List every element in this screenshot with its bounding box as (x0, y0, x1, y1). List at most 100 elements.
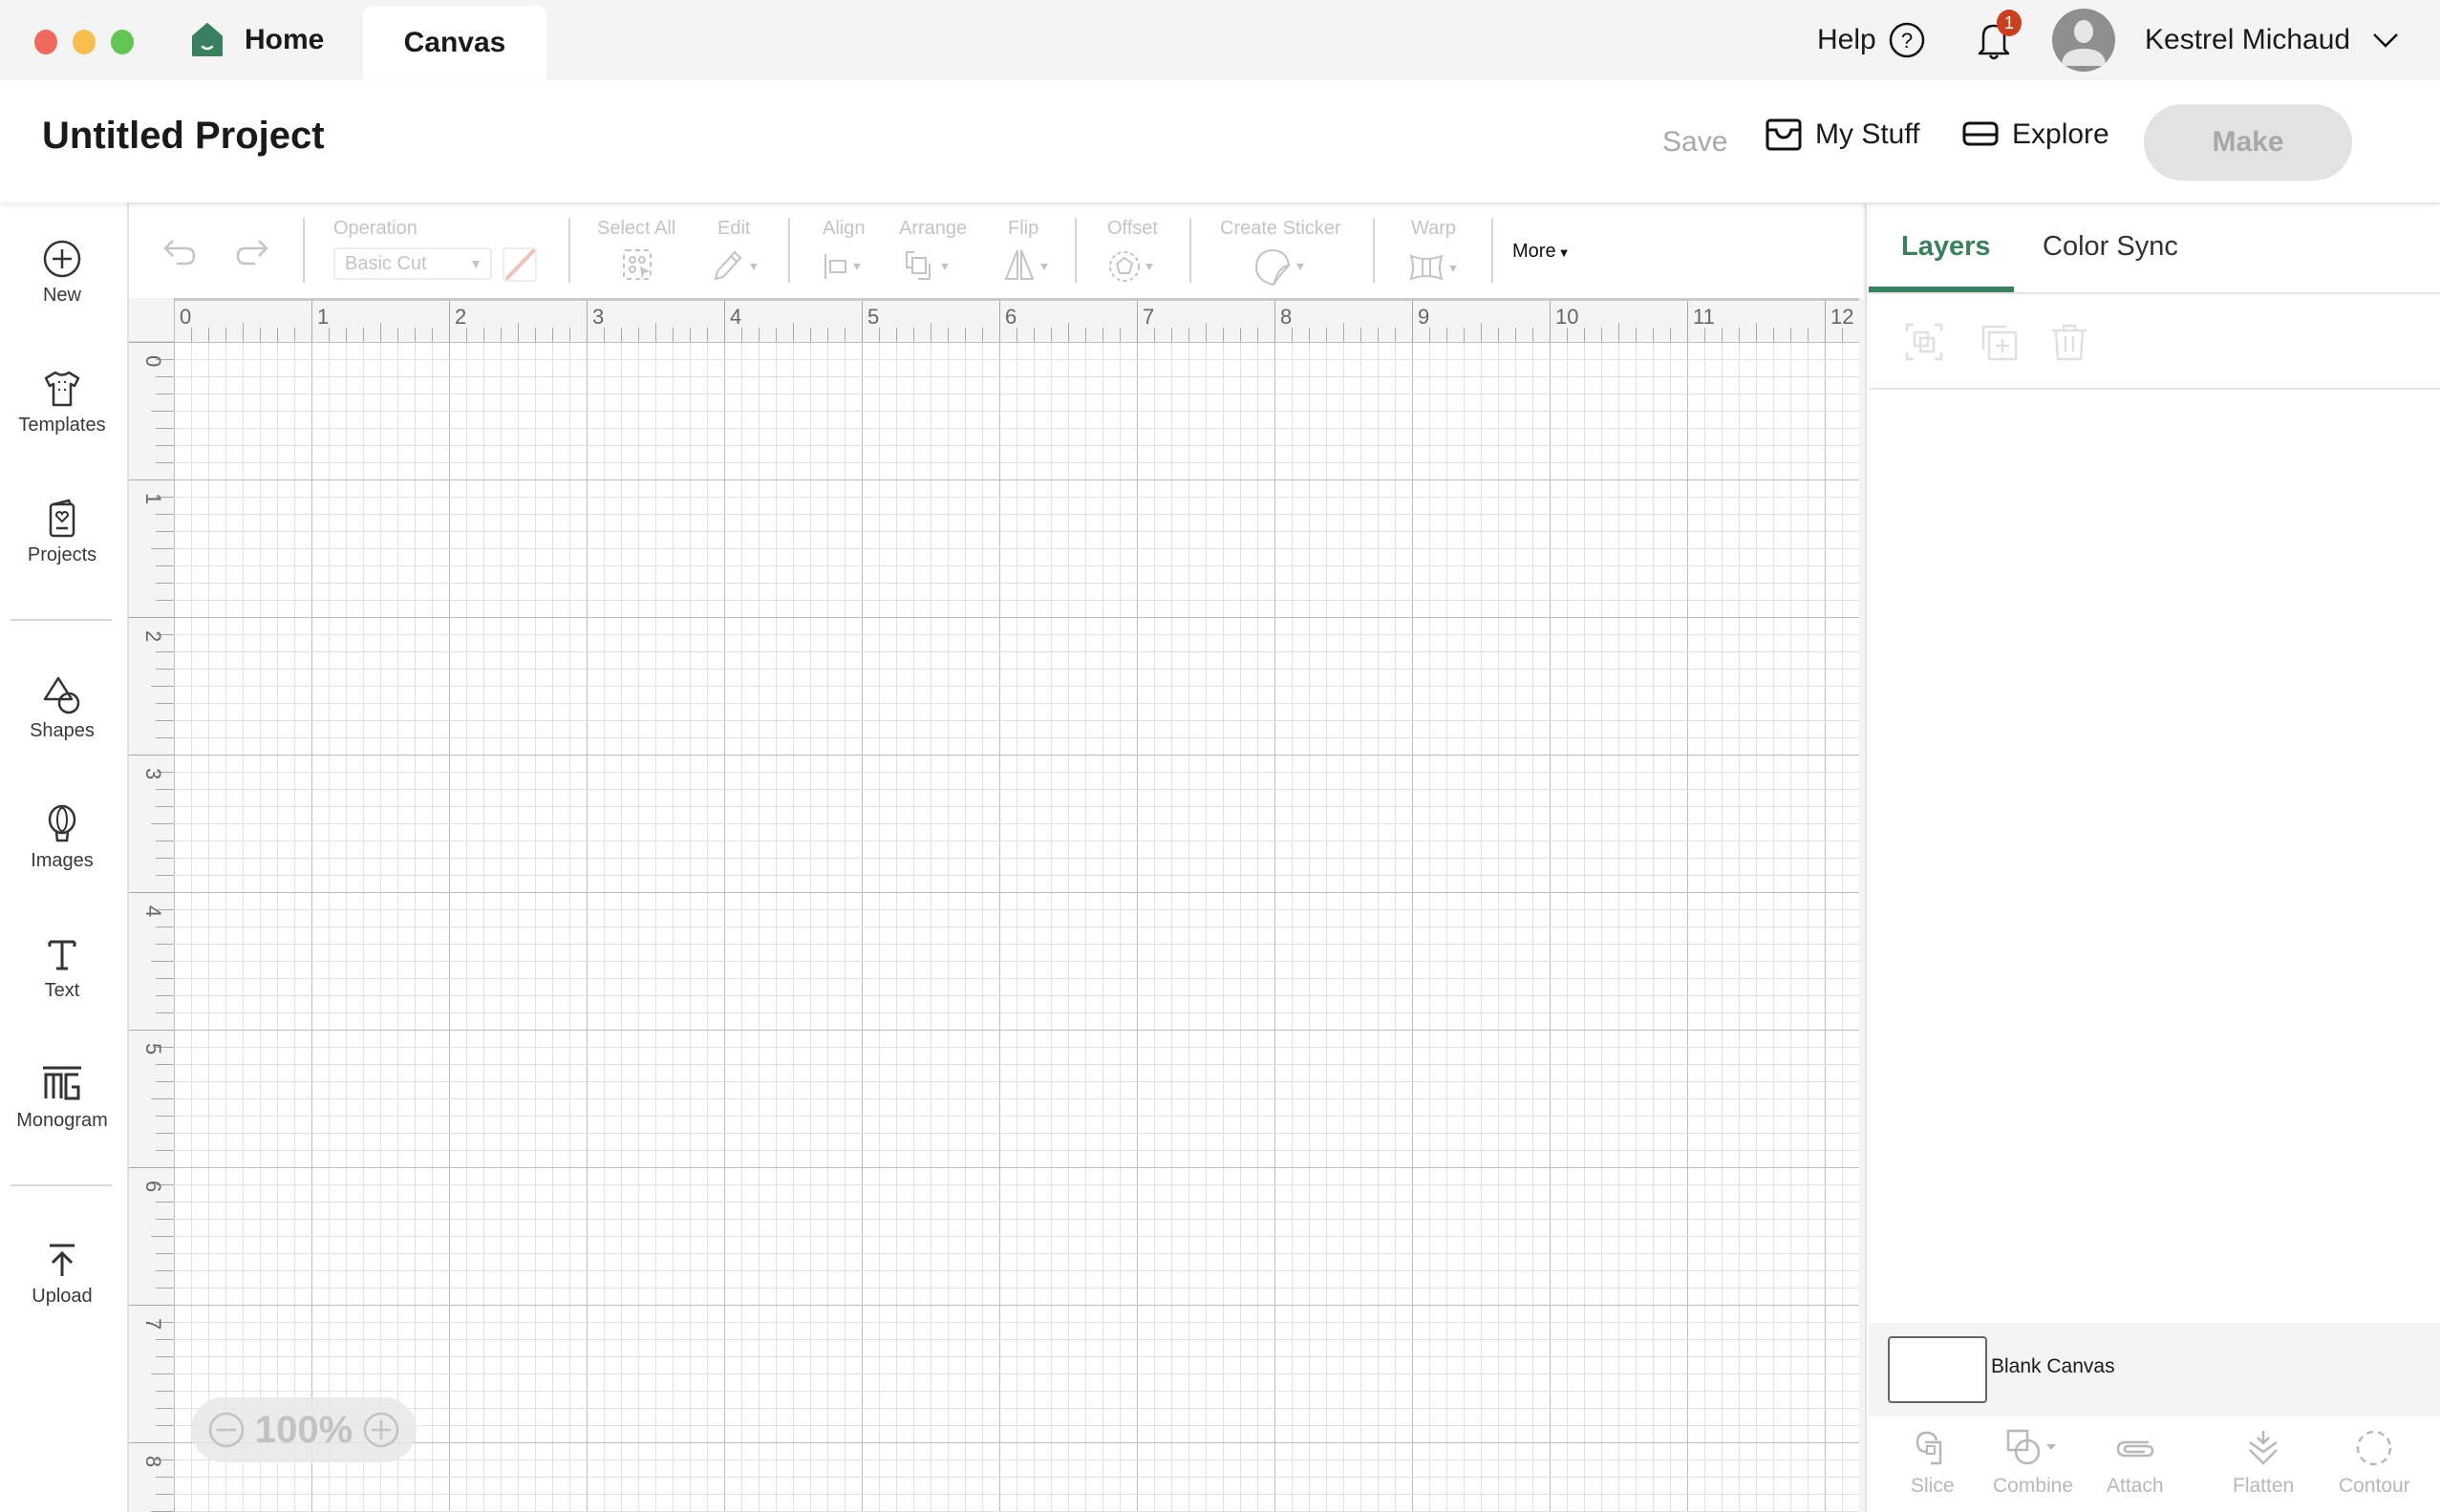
tab-color-sync[interactable]: Color Sync (2043, 231, 2178, 263)
ruler-label: 1 (141, 493, 165, 504)
create-sticker-icon[interactable] (1252, 246, 1314, 288)
layer-actions-divider (1869, 388, 2440, 390)
explore-icon (1962, 121, 1999, 146)
edit-pencil-icon[interactable] (712, 248, 765, 283)
text-icon (48, 940, 76, 970)
ruler-label: 5 (141, 1043, 165, 1054)
project-title[interactable]: Untitled Project (42, 115, 325, 158)
close-window-button[interactable] (34, 30, 57, 54)
flip-icon[interactable] (1002, 248, 1056, 283)
user-silhouette-icon (2062, 20, 2106, 66)
color-swatch-icon[interactable] (503, 247, 537, 282)
slice-label: Slice (1911, 1475, 1955, 1497)
ruler-label: 6 (141, 1181, 165, 1192)
ruler-label: 4 (141, 905, 165, 917)
minimize-window-button[interactable] (73, 30, 96, 54)
attach-button[interactable]: Attach (2107, 1429, 2164, 1498)
offset-label: Offset (1107, 218, 1158, 239)
combine-button[interactable]: Combine (1993, 1429, 2073, 1498)
avatar[interactable] (2052, 9, 2115, 72)
sidebar-item-projects[interactable]: Projects (0, 499, 124, 566)
operation-select[interactable]: Basic Cut ▼ (333, 247, 492, 280)
ruler-label: 1 (317, 305, 329, 329)
ruler-label: 2 (141, 630, 165, 642)
maximize-window-button[interactable] (111, 30, 134, 54)
sidebar-item-monogram[interactable]: Monogram (0, 1064, 124, 1132)
layer-row[interactable]: Blank Canvas (1869, 1323, 2440, 1416)
align-icon[interactable] (823, 252, 870, 281)
ruler-label: 0 (180, 305, 191, 329)
sidebar-item-label: Text (44, 980, 80, 1001)
sidebar-item-label: Shapes (30, 720, 95, 741)
flatten-button[interactable]: Flatten (2233, 1429, 2294, 1498)
sidebar-item-templates[interactable]: Templates (0, 369, 124, 437)
sidebar-divider (11, 619, 112, 621)
save-button[interactable]: Save (1662, 126, 1727, 159)
sidebar-item-shapes[interactable]: Shapes (0, 674, 124, 742)
plus-circle-icon (43, 240, 81, 278)
arrange-icon[interactable] (903, 250, 956, 283)
trash-icon[interactable] (2050, 323, 2088, 361)
chevron-down-icon (2373, 33, 2398, 48)
slice-icon (1916, 1431, 1942, 1465)
design-canvas[interactable] (174, 342, 1859, 1512)
more-button[interactable]: More ▼ (1512, 241, 1570, 263)
duplicate-icon[interactable] (1980, 323, 2018, 361)
help-button[interactable]: Help ? (1817, 0, 1926, 80)
more-label: More (1512, 241, 1556, 262)
caret-down-icon: ▼ (469, 256, 482, 271)
zoom-in-icon[interactable] (362, 1411, 400, 1449)
vertical-ruler: 0 1 2 3 4 5 6 7 8 (129, 298, 175, 1512)
tab-canvas[interactable]: Canvas (363, 6, 546, 80)
layers-panel: Layers Color Sync Blank Canvas Slice Com… (1865, 204, 2440, 1512)
ruler-label: 11 (1693, 305, 1715, 329)
sidebar-item-upload[interactable]: Upload (0, 1240, 124, 1308)
sidebar-item-label: Upload (32, 1286, 93, 1307)
create-sticker-label: Create Sticker (1220, 218, 1341, 239)
ruler-label: 8 (141, 1456, 165, 1467)
contour-label: Contour (2339, 1475, 2410, 1497)
sidebar-item-images[interactable]: Images (0, 804, 124, 872)
zoom-level: 100% (254, 1408, 353, 1451)
explore-button[interactable]: Explore (1962, 118, 2109, 151)
contour-button[interactable]: Contour (2339, 1429, 2410, 1498)
sidebar-item-new[interactable]: New (0, 239, 124, 307)
sidebar-item-text[interactable]: Text (0, 934, 124, 1002)
question-circle-icon: ? (1889, 22, 1924, 58)
sidebar-item-label: Templates (18, 415, 106, 436)
select-all-label: Select All (597, 218, 676, 239)
vertical-ruler-ticks: 0 1 2 3 4 5 6 7 8 (129, 341, 174, 1512)
ruler-label: 4 (730, 305, 741, 329)
flatten-icon (2249, 1431, 2278, 1465)
tab-layers[interactable]: Layers (1901, 231, 1991, 263)
undo-icon[interactable] (161, 237, 200, 267)
sidebar-divider (11, 1184, 112, 1186)
user-menu[interactable]: Kestrel Michaud (2145, 0, 2400, 80)
align-label: Align (823, 218, 866, 239)
canvas-grid (174, 342, 1859, 1512)
flatten-label: Flatten (2233, 1475, 2295, 1497)
toolbar-separator (568, 218, 570, 283)
tab-canvas-label: Canvas (403, 27, 506, 58)
operation-label: Operation (333, 218, 417, 239)
inbox-icon (1766, 118, 1802, 151)
ruler-label: 2 (455, 305, 466, 329)
ruler-label: 7 (1143, 305, 1154, 329)
tab-home[interactable]: Home (191, 0, 324, 80)
shapes-icon (43, 676, 80, 714)
group-icon[interactable] (1905, 323, 1943, 361)
offset-icon[interactable] (1109, 248, 1163, 285)
combine-icon (2006, 1429, 2057, 1465)
flip-label: Flip (1008, 218, 1039, 239)
zoom-out-icon[interactable] (207, 1411, 246, 1449)
slice-button[interactable]: Slice (1911, 1429, 1955, 1498)
warp-icon[interactable] (1407, 252, 1468, 285)
ruler-label: 8 (1280, 305, 1292, 329)
select-all-icon[interactable] (622, 248, 654, 283)
my-stuff-button[interactable]: My Stuff (1766, 118, 1919, 151)
attach-label: Attach (2107, 1475, 2164, 1497)
edit-toolbar: Operation Basic Cut ▼ Select All Edit Al… (129, 204, 1863, 298)
redo-icon[interactable] (232, 237, 270, 267)
ruler-label: 9 (1418, 305, 1429, 329)
make-button[interactable]: Make (2144, 104, 2352, 181)
